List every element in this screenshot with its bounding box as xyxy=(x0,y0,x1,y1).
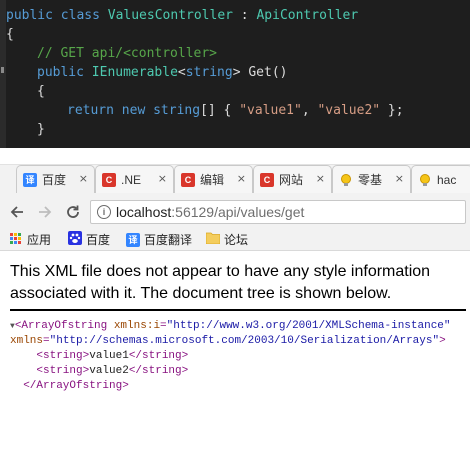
xml-punct: = xyxy=(43,335,50,347)
xml-root-close-tag: </ArrayOfstring> xyxy=(23,380,129,392)
bookmark-label: 百度 xyxy=(86,233,111,247)
tab-dotnet[interactable]: C .NE × xyxy=(95,165,174,193)
folder-icon xyxy=(205,232,221,247)
tab-label: 百度 xyxy=(42,173,67,187)
xml-punct: > xyxy=(439,335,446,347)
code-line-comment: // GET api/<controller> xyxy=(37,46,218,61)
close-icon[interactable]: × xyxy=(395,172,404,185)
url-host: localhost xyxy=(116,204,172,220)
punct-token: > Get() xyxy=(232,65,288,80)
bookmark-baidu[interactable]: 百度 xyxy=(68,231,110,248)
keyword-token: public class xyxy=(6,8,108,23)
lightbulb-icon xyxy=(418,173,432,187)
browser-toolbar: i localhost:56129/api/values/get xyxy=(0,196,470,228)
bookmark-label: 百度翻译 xyxy=(144,233,193,247)
cnblogs-icon: C xyxy=(102,172,116,187)
tab-strip: 译 百度 × C .NE × C 编辑 × C 网站 × 零基 × hac xyxy=(0,148,470,197)
keyword-token: return new string xyxy=(67,103,201,118)
punct-token: [] { xyxy=(200,103,240,118)
tab-label: 网站 xyxy=(279,173,304,187)
xml-tree: ▼<ArrayOfstring xmlns:i="http://www.w3.o… xyxy=(10,319,451,394)
close-icon[interactable]: × xyxy=(158,172,167,185)
lightbulb-icon xyxy=(339,173,353,187)
tab-edit[interactable]: C 编辑 × xyxy=(174,165,253,193)
url-text[interactable]: localhost:56129/api/values/get xyxy=(116,204,304,220)
bookmark-label: 应用 xyxy=(27,233,52,247)
string-token: "value1" xyxy=(239,103,302,118)
xml-punct: = xyxy=(160,320,167,332)
tab-label: .NE xyxy=(121,172,142,187)
cnblogs-icon: C xyxy=(260,172,274,187)
xml-attr-value: "http://schemas.microsoft.com/2003/10/Se… xyxy=(49,335,440,347)
bookmarks-bar: 应用 百度 译 百度翻译 论坛 xyxy=(0,228,470,251)
back-arrow-icon xyxy=(10,206,23,218)
type-token: ApiController xyxy=(256,8,359,23)
xml-attr-name: xmlns:i xyxy=(107,320,161,332)
bookmark-label: 论坛 xyxy=(224,233,249,247)
page-content: This XML file does not appear to have an… xyxy=(0,251,470,465)
string-token: "value2" xyxy=(317,103,381,118)
xml-item-open-tag: <string> xyxy=(36,350,90,362)
cnblogs-icon: C xyxy=(181,172,195,187)
bookmark-apps[interactable]: 应用 xyxy=(10,231,51,248)
tab-zero-basics[interactable]: 零基 × xyxy=(332,165,411,193)
notice-divider xyxy=(10,309,466,311)
close-icon[interactable]: × xyxy=(316,172,325,185)
bookmark-baidu-translate[interactable]: 译 百度翻译 xyxy=(126,231,192,248)
bookmark-forum[interactable]: 论坛 xyxy=(205,231,249,248)
punct-token: , xyxy=(301,103,318,118)
xml-item-close-tag: </string> xyxy=(128,350,189,362)
baidu-translate-icon: 译 xyxy=(23,172,37,187)
xml-item-value: value2 xyxy=(89,365,129,377)
close-icon[interactable]: × xyxy=(79,172,88,185)
tab-baidu-translate[interactable]: 译 百度 × xyxy=(16,165,95,193)
address-bar[interactable]: i localhost:56129/api/values/get xyxy=(90,200,466,224)
type-token: ValuesController xyxy=(107,8,233,23)
tab-label: 零基 xyxy=(358,173,383,187)
xml-attr-name: xmlns xyxy=(10,335,44,347)
xml-attr-value: "http://www.w3.org/2001/XMLSchema-instan… xyxy=(166,320,451,332)
url-path: :56129/api/values/get xyxy=(171,204,305,220)
back-button[interactable] xyxy=(6,201,28,223)
xml-style-notice: This XML file does not appear to have an… xyxy=(10,263,431,302)
reload-icon xyxy=(67,205,79,218)
keyword-token: public xyxy=(37,65,92,80)
tab-label: 编辑 xyxy=(200,173,225,187)
xml-item-open-tag: <string> xyxy=(36,365,90,377)
xml-item-close-tag: </string> xyxy=(128,365,189,377)
tab-label: hac xyxy=(437,172,457,187)
type-token: IEnumerable xyxy=(91,65,178,80)
code-line-brace: { xyxy=(37,84,45,99)
xml-item-value: value1 xyxy=(89,350,129,362)
code-line-method-signature: public IEnumerable<string> Get() xyxy=(37,63,287,83)
close-icon[interactable]: × xyxy=(237,172,246,185)
tab-website[interactable]: C 网站 × xyxy=(253,165,332,193)
code-line-brace: { xyxy=(6,27,14,42)
browser-window: 译 百度 × C .NE × C 编辑 × C 网站 × 零基 × hac i … xyxy=(0,148,470,465)
code-line-brace: } xyxy=(37,122,45,137)
code-line-return: return new string[] { "value1", "value2"… xyxy=(67,101,404,121)
forward-arrow-icon xyxy=(39,206,52,218)
xml-root-open-tag: <ArrayOfstring xyxy=(14,320,108,332)
baidu-translate-icon: 译 xyxy=(126,232,140,247)
code-line-class-declaration: public class ValuesController : ApiContr… xyxy=(6,6,358,26)
keyword-token: string xyxy=(185,65,233,80)
punct-token: }; xyxy=(380,103,404,118)
punct-token: : xyxy=(232,8,257,23)
info-icon[interactable]: i xyxy=(97,205,111,219)
reload-button[interactable] xyxy=(62,201,84,223)
tab-hac[interactable]: hac xyxy=(411,165,470,193)
collapse-marker[interactable] xyxy=(1,67,4,73)
code-editor[interactable]: public class ValuesController : ApiContr… xyxy=(0,0,470,148)
punct-token: < xyxy=(177,65,186,80)
forward-button[interactable] xyxy=(34,201,56,223)
apps-grid-icon xyxy=(10,233,23,246)
baidu-paw-icon xyxy=(68,231,82,248)
